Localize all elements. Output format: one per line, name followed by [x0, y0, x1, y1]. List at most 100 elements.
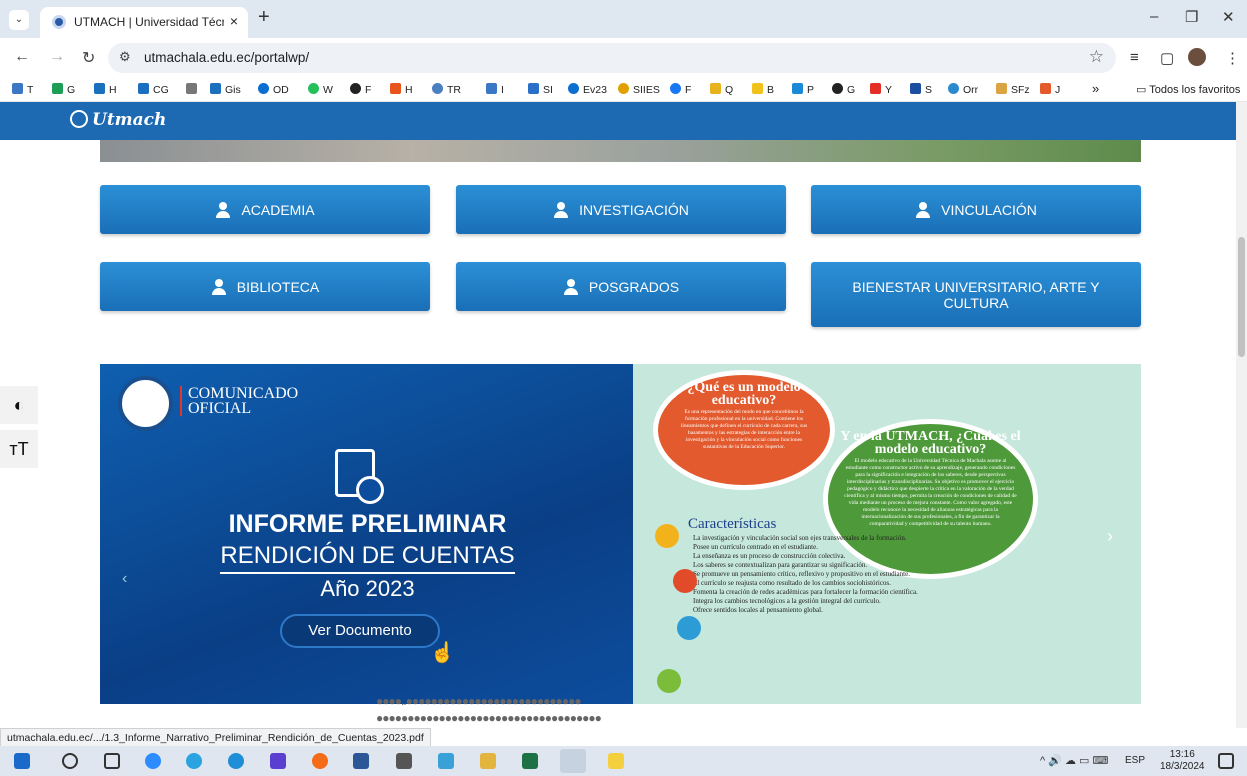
bookmarks-bar: T G H CG Gis OD W F H TR I SI Ev23 SIIES… — [0, 78, 1247, 102]
site-header-bar: Utmach — [0, 102, 1236, 140]
nav-button-biblioteca[interactable]: BIBLIOTECA — [100, 262, 430, 311]
profile-avatar[interactable] — [1188, 48, 1206, 66]
carousel-prev-icon[interactable]: ‹ — [122, 570, 127, 588]
chrome-app-icon[interactable] — [560, 749, 586, 773]
language-indicator[interactable]: ESP — [1125, 755, 1145, 766]
bookmark-item[interactable]: SI — [528, 83, 553, 96]
copilot-app-icon[interactable] — [270, 753, 286, 769]
tab-search-icon[interactable]: ⌄ — [9, 10, 29, 30]
bookmark-item[interactable]: SFz — [996, 83, 1030, 96]
bookmark-item[interactable]: SIIES — [618, 83, 660, 96]
bookmark-item[interactable]: G — [832, 83, 855, 96]
slide-subtitle: RENDICIÓN DE CUENTAS — [100, 542, 635, 574]
back-icon[interactable]: ← — [14, 48, 30, 66]
nav-button-posgrados[interactable]: POSGRADOS — [456, 262, 786, 311]
bookmark-item[interactable]: H — [94, 83, 117, 96]
bookmark-item[interactable]: H — [390, 83, 413, 96]
all-bookmarks-link[interactable]: ▭ Todos los favoritos — [1136, 83, 1240, 96]
contrast-toggle-button[interactable]: ◐ — [0, 386, 38, 424]
bullet-dot-icon — [673, 569, 697, 593]
address-bar[interactable]: ⚙ utmachala.edu.ec/portalwp/ ☆ — [108, 43, 1116, 73]
address-url[interactable]: utmachala.edu.ec/portalwp/ — [144, 50, 309, 65]
notifications-icon[interactable] — [1218, 753, 1234, 769]
sticky-notes-app-icon[interactable] — [608, 753, 624, 769]
nav-button-investigacion[interactable]: INVESTIGACIÓN — [456, 185, 786, 234]
document-clock-icon — [335, 449, 384, 504]
browser-toolbar: ← → ↻ ⚙ utmachala.edu.ec/portalwp/ ☆ ≡ ▢… — [0, 38, 1247, 78]
search-icon[interactable] — [62, 753, 78, 769]
minimize-button[interactable]: – — [1150, 8, 1158, 25]
bookmark-star-icon[interactable]: ☆ — [1089, 47, 1104, 67]
firefox-app-icon[interactable] — [312, 753, 328, 769]
bookmark-item[interactable]: G — [52, 83, 75, 96]
bullet-dot-icon — [657, 669, 681, 693]
status-bar-url: utmachala.edu.ec/.../1.3_Informe_Narrati… — [0, 728, 431, 748]
nav-button-academia[interactable]: ACADEMIA — [100, 185, 430, 234]
slide-informe-preliminar[interactable]: COMUNICADO OFICIAL INFORME PRELIMINAR REN… — [100, 364, 635, 704]
tab-close-icon[interactable]: × — [230, 13, 238, 29]
user-icon — [553, 201, 569, 218]
bookmark-item[interactable]: F — [350, 83, 371, 96]
word-app-icon[interactable] — [353, 753, 369, 769]
nav-button-vinculacion[interactable]: VINCULACIÓN — [811, 185, 1141, 234]
close-window-button[interactable]: ✕ — [1222, 8, 1235, 26]
bookmark-item[interactable]: Gis — [210, 83, 241, 96]
calculator-app-icon[interactable] — [396, 753, 412, 769]
bookmark-item[interactable]: Q — [710, 83, 733, 96]
site-info-icon[interactable]: ⚙ — [119, 49, 131, 65]
vertical-scrollbar[interactable] — [1236, 102, 1247, 728]
slide-modelo-educativo[interactable]: ¿Qué es un modelo educativo? Es una repr… — [633, 364, 1141, 704]
bookmark-item[interactable]: Ev23 — [568, 83, 607, 96]
ver-documento-button[interactable]: Ver Documento — [280, 614, 440, 648]
notes-app-icon[interactable] — [438, 753, 454, 769]
excel-app-icon[interactable] — [522, 753, 538, 769]
que-es-modelo-bubble: ¿Qué es un modelo educativo? Es una repr… — [653, 370, 835, 490]
tab-strip: ⌄ UTMACH | Universidad Técnica × + – ❐ ✕ — [0, 0, 1247, 38]
page-viewport: Utmach ACADEMIA INVESTIGACIÓN VINCULACIÓ… — [0, 102, 1236, 728]
text-size-button[interactable]: тT — [0, 430, 38, 468]
reload-icon[interactable]: ↻ — [82, 48, 95, 68]
bullet-dot-icon — [677, 616, 701, 640]
system-clock[interactable]: 13:16 18/3/2024 — [1160, 749, 1205, 773]
maximize-button[interactable]: ❐ — [1185, 8, 1198, 26]
carousel-next-icon[interactable]: › — [1107, 526, 1113, 547]
windows-start-icon[interactable] — [14, 753, 30, 769]
carousel-indicators[interactable]: ●●●●..●●●●●●●●●●●●●●●●●●●●●●●●●●●● — [376, 694, 582, 708]
file-explorer-icon[interactable] — [480, 753, 496, 769]
university-seal-icon — [118, 376, 173, 431]
menu-dots-icon[interactable]: ⋮ — [1225, 49, 1240, 67]
bookmark-item[interactable]: J — [1040, 83, 1060, 96]
browser-tab[interactable]: UTMACH | Universidad Técnica × — [40, 7, 248, 38]
carousel-indicators[interactable]: ●●●●●●●●●●●●●●●●●●●●●●●●●●●●●●●●●●●● — [376, 711, 602, 725]
zoom-app-icon[interactable] — [145, 753, 161, 769]
side-panel-icon[interactable]: ▢ — [1160, 49, 1174, 67]
bookmark-item[interactable]: OD — [258, 83, 289, 96]
bookmark-item[interactable]: I — [486, 83, 504, 96]
bookmark-item[interactable] — [186, 83, 201, 96]
bookmark-item[interactable]: TR — [432, 83, 461, 96]
bookmark-item[interactable]: Y — [870, 83, 892, 96]
reading-list-icon[interactable]: ≡ — [1130, 49, 1139, 66]
task-view-icon[interactable] — [104, 753, 120, 769]
caracteristicas-heading: Características — [688, 516, 777, 532]
system-tray-icons[interactable]: ^ 🔊 ☁ ▭ ⌨ — [1040, 754, 1108, 767]
bookmark-item[interactable]: CG — [138, 83, 169, 96]
bookmarks-overflow-button[interactable]: » — [1092, 81, 1099, 96]
bookmark-item[interactable]: B — [752, 83, 774, 96]
telegram-app-icon[interactable] — [186, 753, 202, 769]
forward-icon[interactable]: → — [49, 48, 65, 66]
bookmark-item[interactable]: T — [12, 83, 33, 96]
nav-button-bienestar[interactable]: BIENESTAR UNIVERSITARIO, ARTE Y CULTURA — [811, 262, 1141, 327]
utmach-logo[interactable]: Utmach — [70, 110, 166, 130]
bookmark-item[interactable]: S — [910, 83, 932, 96]
edge-app-icon[interactable] — [228, 753, 244, 769]
bullet-dot-icon — [655, 524, 679, 548]
scrollbar-thumb[interactable] — [1238, 237, 1245, 357]
new-tab-button[interactable]: + — [258, 6, 270, 29]
user-icon — [211, 278, 227, 295]
bookmark-item[interactable]: W — [308, 83, 333, 96]
bookmark-item[interactable]: P — [792, 83, 814, 96]
bookmark-item[interactable]: Orr — [948, 83, 978, 96]
bookmark-item[interactable]: F — [670, 83, 691, 96]
tab-title: UTMACH | Universidad Técnica — [74, 15, 224, 29]
